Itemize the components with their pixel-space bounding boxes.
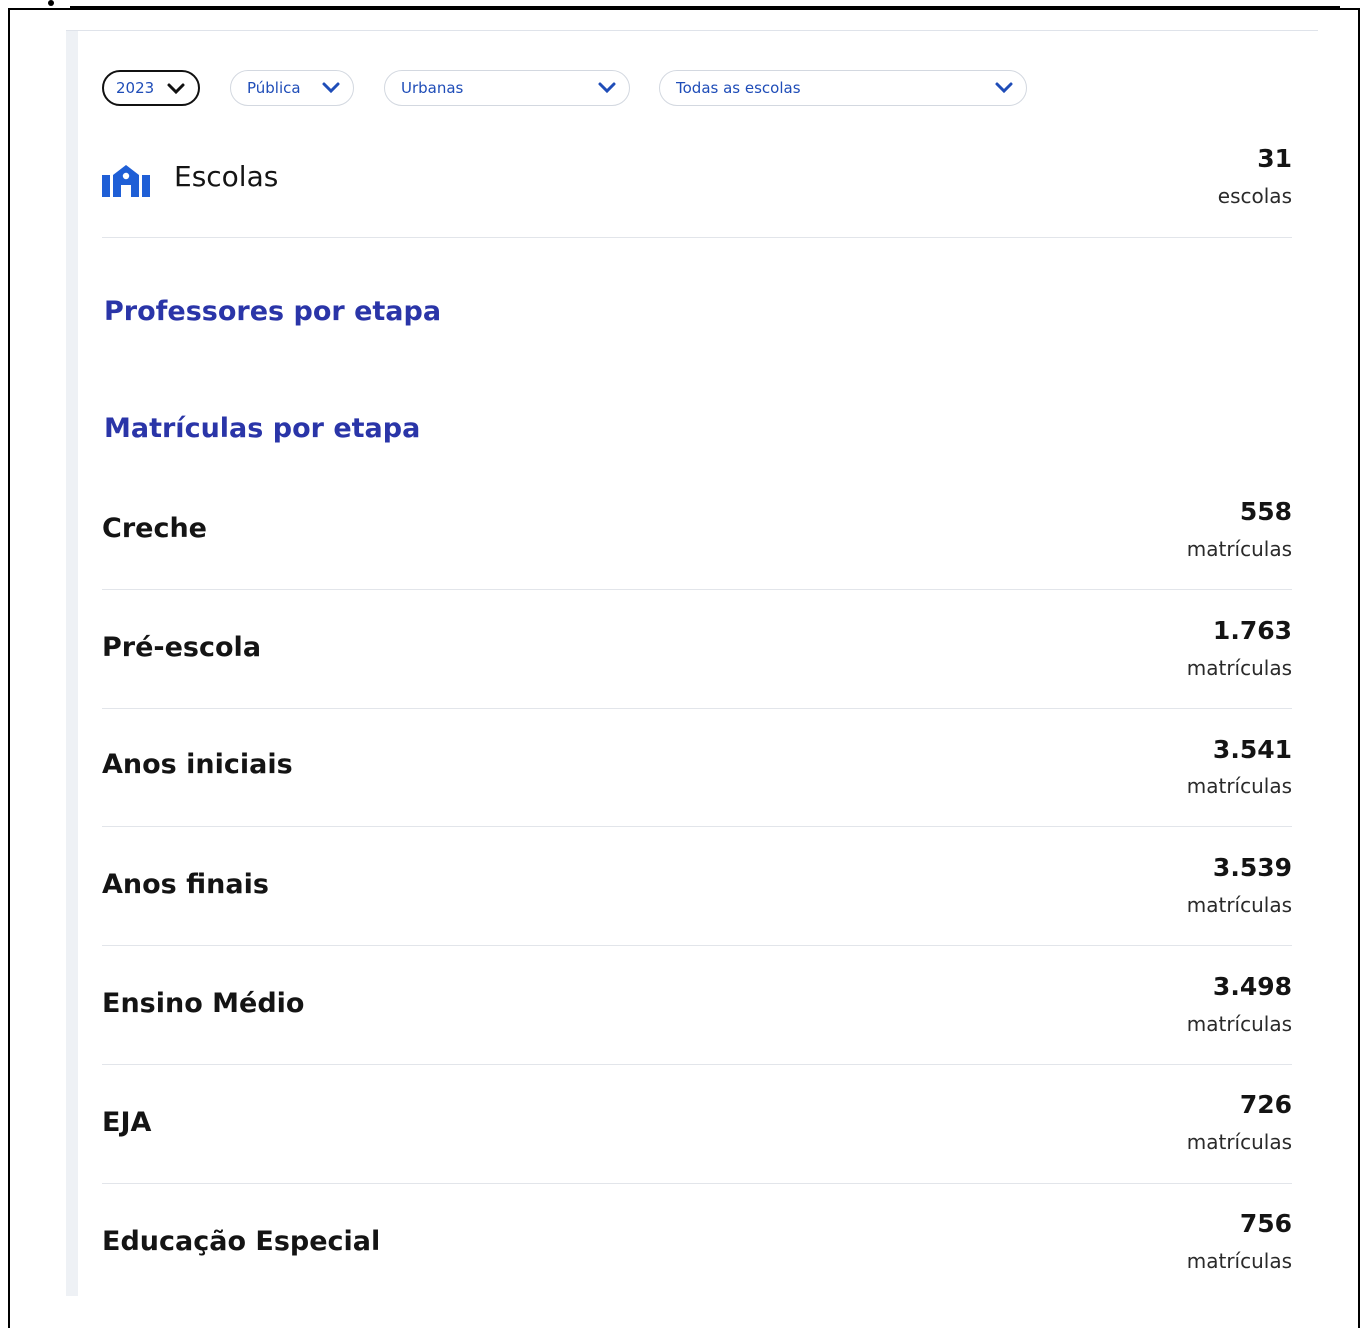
enrollment-value: 1.763 [1212, 616, 1292, 645]
enrollment-row-anos-iniciais: Anos iniciais 3.541 matrículas [102, 731, 1292, 827]
enrollment-unit: matrículas [1186, 537, 1292, 561]
enrollment-row-educacao-especial: Educação Especial 756 matrículas [102, 1205, 1292, 1295]
enrollments-section-title: Matrículas por etapa [104, 413, 421, 444]
enrollment-unit: matrículas [1186, 656, 1292, 680]
enrollment-row-ensino-medio: Ensino Médio 3.498 matrículas [102, 968, 1292, 1065]
enrollment-unit: matrículas [1186, 1249, 1292, 1273]
enrollment-label: Educação Especial [102, 1226, 381, 1257]
enrollment-row-pre-escola: Pré-escola 1.763 matrículas [102, 612, 1292, 709]
chevron-down-icon [995, 82, 1013, 94]
enrollment-row-eja: EJA 726 matrículas [102, 1086, 1292, 1184]
enrollment-value: 3.541 [1212, 735, 1292, 764]
network-select-value: Pública [247, 79, 301, 97]
chevron-down-icon [598, 82, 616, 94]
enrollment-label: Ensino Médio [102, 988, 305, 1019]
location-select[interactable]: Urbanas [384, 70, 630, 106]
enrollment-value: 558 [1239, 497, 1292, 526]
school-select-value: Todas as escolas [676, 79, 801, 97]
schools-summary-row: Escolas 31 escolas [102, 140, 1292, 238]
schools-count: 31 [1257, 144, 1292, 173]
enrollment-value: 3.539 [1212, 853, 1292, 882]
enrollment-value: 756 [1239, 1209, 1292, 1238]
year-select[interactable]: 2023 [102, 70, 200, 106]
enrollment-label: Anos finais [102, 869, 269, 900]
enrollment-row-anos-finais: Anos finais 3.539 matrículas [102, 849, 1292, 946]
enrollment-value: 726 [1239, 1090, 1292, 1119]
enrollment-unit: matrículas [1186, 893, 1292, 917]
teachers-section-title: Professores por etapa [104, 296, 442, 327]
bullet-mark [48, 0, 54, 6]
enrollment-label: Creche [102, 513, 207, 544]
network-select[interactable]: Pública [230, 70, 354, 106]
enrollment-unit: matrículas [1186, 1130, 1292, 1154]
enrollment-unit: matrículas [1186, 774, 1292, 798]
schools-label: Escolas [174, 160, 279, 193]
chevron-down-icon [322, 82, 340, 94]
enrollment-value: 3.498 [1212, 972, 1292, 1001]
enrollment-label: Anos iniciais [102, 749, 293, 780]
location-select-value: Urbanas [401, 79, 464, 97]
schools-unit: escolas [1217, 184, 1292, 208]
school-select[interactable]: Todas as escolas [659, 70, 1027, 106]
enrollment-unit: matrículas [1186, 1012, 1292, 1036]
enrollment-label: EJA [102, 1107, 152, 1138]
enrollment-row-creche: Creche 558 matrículas [102, 493, 1292, 590]
enrollment-label: Pré-escola [102, 632, 262, 663]
year-select-value: 2023 [116, 79, 155, 97]
chevron-down-icon [167, 83, 185, 95]
